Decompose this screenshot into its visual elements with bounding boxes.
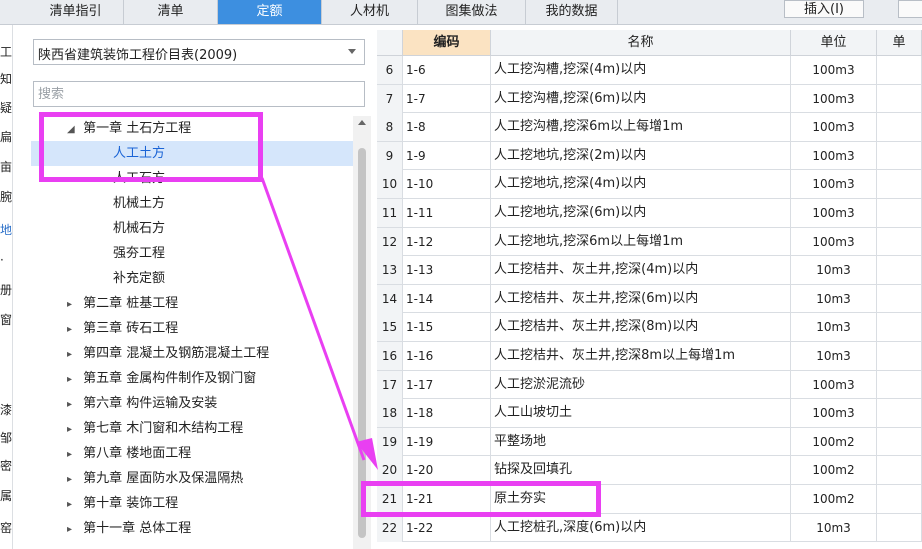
annotation-arrow-head — [356, 438, 378, 470]
annotation-arrow — [260, 177, 378, 470]
annotation-arrow-line — [260, 177, 366, 461]
